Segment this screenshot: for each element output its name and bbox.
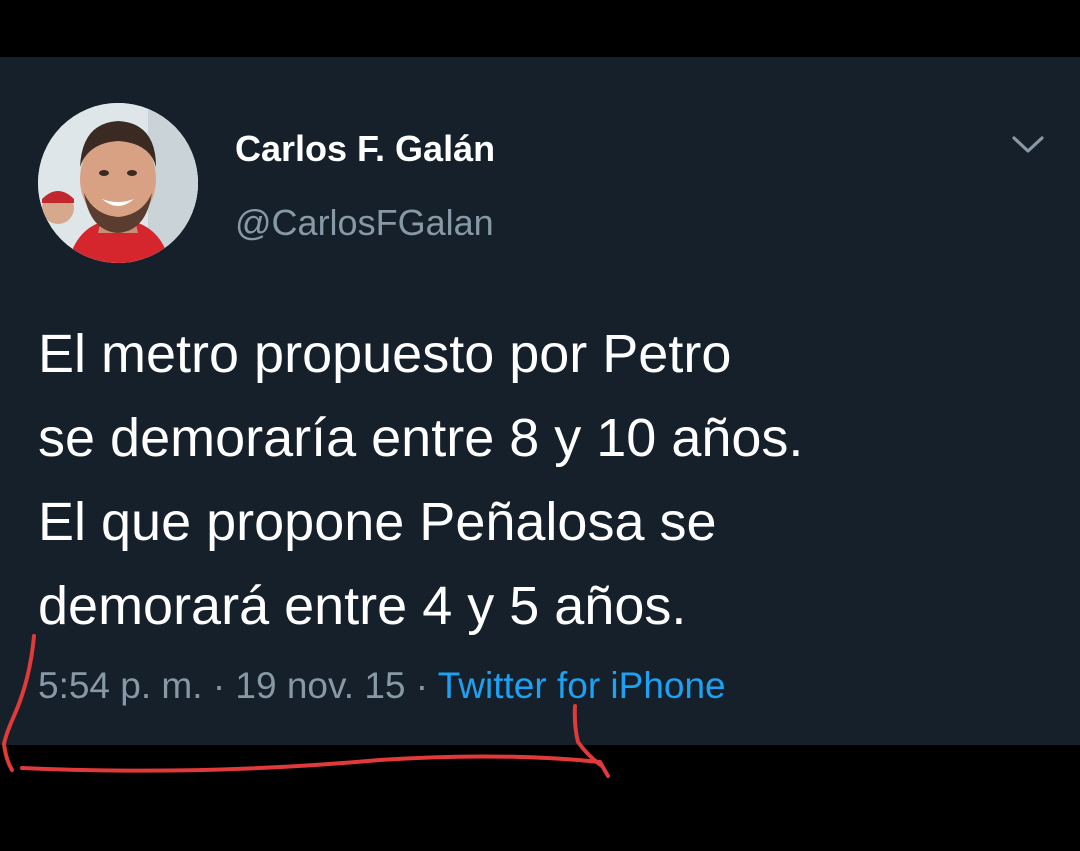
meta-separator: · (415, 665, 429, 706)
tweet-text: El metro propuesto por Petro se demorarí… (38, 324, 804, 636)
avatar[interactable] (38, 103, 198, 263)
tweet-card[interactable]: Carlos F. Galán @CarlosFGalan El metro p… (0, 57, 1080, 745)
screenshot-stage: Carlos F. Galán @CarlosFGalan El metro p… (0, 0, 1080, 851)
author-handle[interactable]: @CarlosFGalan (235, 201, 494, 245)
tweet-source-link[interactable]: Twitter for iPhone (438, 665, 726, 706)
tweet-date[interactable]: 19 nov. 15 (235, 665, 405, 706)
tweet-time[interactable]: 5:54 p. m. (38, 665, 203, 706)
author-display-name[interactable]: Carlos F. Galán (235, 127, 495, 171)
meta-separator: · (212, 665, 226, 706)
avatar-photo (38, 103, 198, 263)
chevron-down-icon (1012, 136, 1044, 153)
tweet-metadata: 5:54 p. m. · 19 nov. 15 · Twitter for iP… (38, 663, 726, 709)
tweet-menu-button[interactable] (1008, 129, 1048, 161)
